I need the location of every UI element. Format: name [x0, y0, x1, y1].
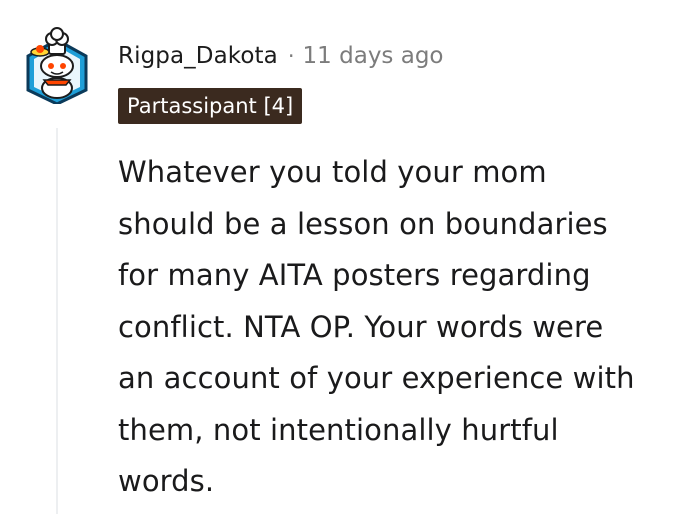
comment-body-line: for many AITA posters regarding: [118, 258, 591, 292]
comment-body-line: words.: [118, 464, 215, 498]
meta-separator: ·: [287, 44, 295, 68]
user-avatar-icon[interactable]: [22, 22, 92, 106]
comment-header: Rigpa_Dakota · 11 days ago: [118, 36, 444, 76]
comment-timestamp[interactable]: 11 days ago: [303, 43, 444, 69]
comment-body-line: conflict. NTA OP. Your words were: [118, 309, 604, 344]
comment-body-line: should be a lesson on boundaries: [118, 206, 608, 241]
user-flair-badge: Partassipant [4]: [118, 88, 303, 124]
comment-body: Whatever you told your mom should be a l…: [118, 147, 693, 508]
comment-body-line: them, not intentionally hurtful: [118, 412, 559, 447]
snoo-avatar-icon: [26, 27, 88, 106]
comment-body-line: an account of your experience with: [118, 361, 635, 395]
thread-line[interactable]: [56, 128, 58, 514]
comment-body-line: Whatever you told your mom: [118, 155, 547, 189]
comment: Rigpa_Dakota · 11 days ago Partassipant …: [0, 0, 700, 514]
username-link[interactable]: Rigpa_Dakota: [118, 43, 278, 69]
